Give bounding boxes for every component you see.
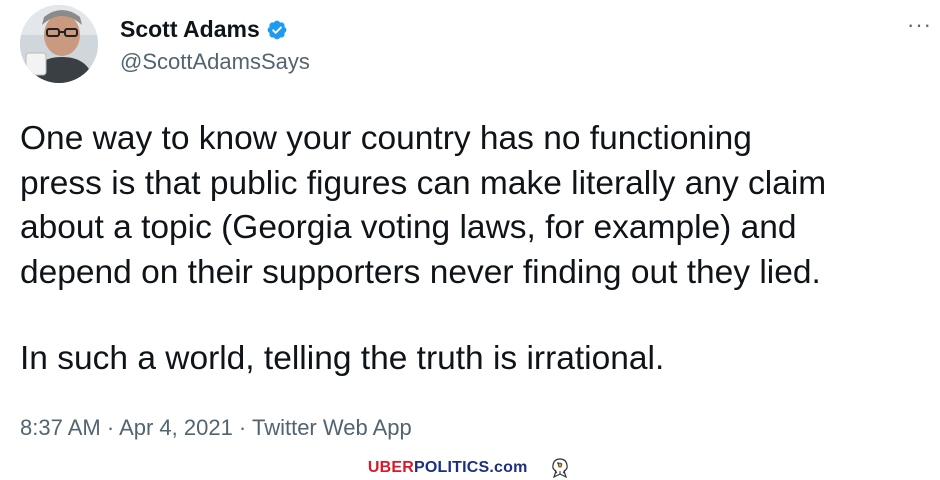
meta-separator: · bbox=[100, 415, 120, 440]
tweet-text-line: depend on their supporters never finding… bbox=[20, 253, 821, 291]
tweet-text-line: about a topic (Georgia voting laws, for … bbox=[20, 209, 797, 246]
tweet-date[interactable]: Apr 4, 2021 bbox=[119, 415, 233, 440]
tweet-time[interactable]: 8:37 AM bbox=[20, 415, 101, 440]
tweet-source[interactable]: Twitter Web App bbox=[252, 415, 412, 440]
more-options-icon[interactable]: ··· bbox=[907, 12, 932, 38]
verified-badge-icon bbox=[267, 20, 287, 39]
author-name-row: Scott Adams bbox=[120, 16, 288, 43]
watermark-red-text: UBER bbox=[367, 459, 414, 477]
tweet-text-line: press is that public figures can make li… bbox=[20, 164, 827, 202]
tweet-meta: 8:37 AM · Apr 4, 2021 · Twitter Web App bbox=[20, 415, 412, 441]
watermark: UBERPOLITICS.com bbox=[0, 457, 940, 479]
eagle-icon bbox=[552, 458, 568, 479]
meta-separator: · bbox=[232, 415, 252, 440]
avatar-photo bbox=[20, 5, 98, 83]
watermark-blue-text: POLITICS.com bbox=[413, 459, 528, 477]
avatar[interactable] bbox=[20, 5, 98, 83]
tweet-text-line: In such a world, telling the truth is ir… bbox=[20, 340, 665, 377]
tweet-text-line: One way to know your country has no func… bbox=[20, 120, 752, 157]
author-display-name[interactable]: Scott Adams bbox=[120, 16, 260, 43]
tweet-text: One way to know your country has no func… bbox=[20, 117, 935, 382]
author-handle[interactable]: @ScottAdamsSays bbox=[120, 49, 310, 75]
